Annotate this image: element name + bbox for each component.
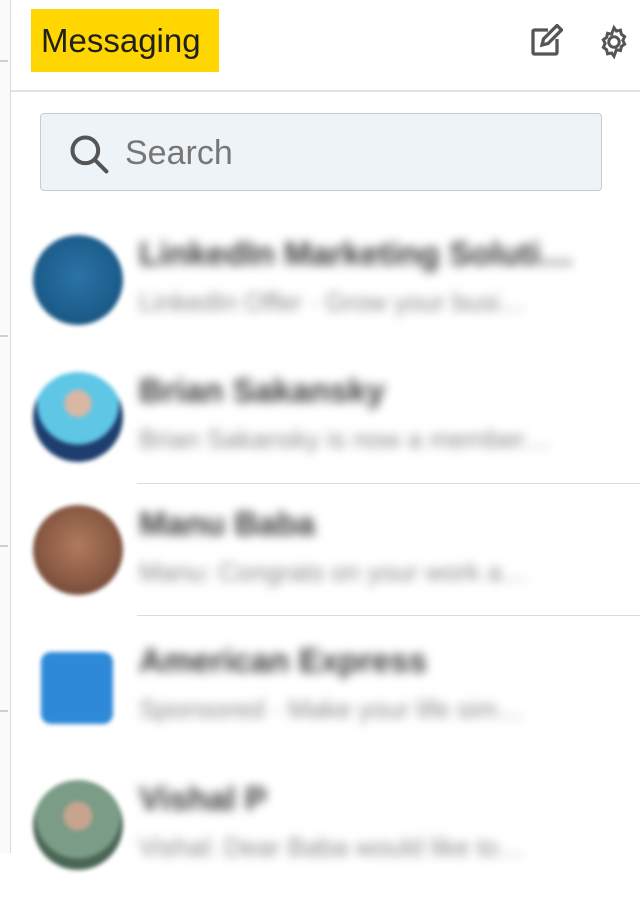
conversation-name: LinkedIn Marketing Soluti… (139, 235, 574, 272)
rail-divider (0, 710, 8, 712)
conversation-preview: Manu: Congrats on your work a… (139, 557, 528, 587)
conversation-name: American Express (139, 642, 427, 679)
avatar (33, 235, 123, 325)
conversation-preview: Sponsored · Make your life sim… (139, 694, 524, 724)
conversation-divider (137, 615, 640, 616)
conversation-name: Manu Baba (139, 505, 316, 542)
page-title: Messaging (31, 9, 219, 72)
conversation-item[interactable]: Brian Sakansky Brian Sakansky is now a m… (11, 372, 640, 504)
settings-button[interactable] (594, 22, 634, 62)
rail-divider (0, 545, 8, 547)
search-icon (70, 135, 109, 174)
conversation-divider (137, 483, 640, 484)
conversation-item[interactable]: LinkedIn Marketing Soluti… LinkedIn Offe… (11, 235, 640, 367)
gear-icon (601, 24, 627, 60)
search-field[interactable] (40, 113, 602, 192)
conversation-preview: LinkedIn Offer · Grow your busi… (139, 287, 526, 317)
conversation-item[interactable]: Vishal P Vishal: Dear Baba would like to… (11, 780, 640, 912)
avatar (33, 505, 123, 595)
conversation-item[interactable]: American Express Sponsored · Make your l… (11, 642, 640, 774)
messaging-panel: Messaging LinkedIn Marketing Soluti… Lin… (11, 0, 640, 870)
rail-divider (0, 60, 8, 62)
conversation-preview: Brian Sakansky is now a member… (139, 424, 551, 454)
avatar (41, 652, 113, 724)
conversation-preview: Vishal: Dear Baba would like to… (139, 832, 525, 862)
search-input[interactable] (123, 114, 587, 192)
compose-button[interactable] (525, 22, 565, 62)
compose-icon (531, 24, 563, 56)
conversation-item[interactable]: Manu Baba Manu: Congrats on your work a… (11, 505, 640, 637)
avatar (33, 780, 123, 870)
left-rail (0, 0, 11, 853)
messaging-header: Messaging (11, 0, 640, 92)
rail-divider (0, 335, 8, 337)
avatar (33, 372, 123, 462)
conversation-name: Vishal P (139, 780, 267, 817)
conversation-name: Brian Sakansky (139, 372, 385, 409)
